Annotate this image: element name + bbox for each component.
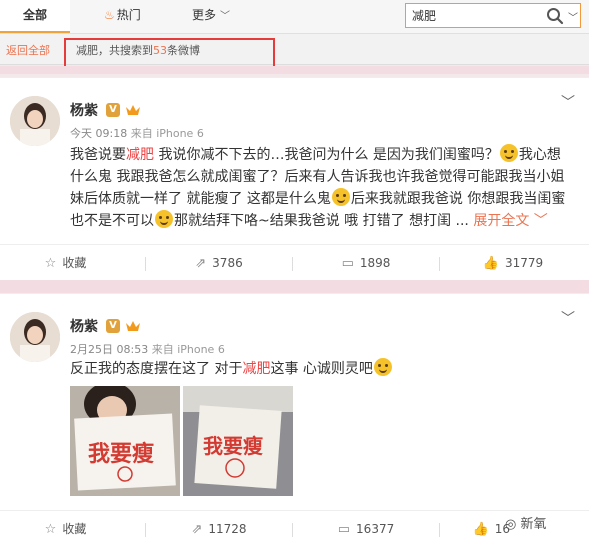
watermark-text: 新氧 [520,517,547,532]
back-to-all-link[interactable]: 返回全部 [6,42,50,58]
comment-button[interactable]: ▭ 16377 [293,511,439,547]
wechat-icon: ◎ [505,517,517,532]
post-source: 来自 iPhone 6 [130,127,204,140]
smile-emoji-icon [373,358,392,376]
feed-card: 杨紫 V 2月25日 08:53 来自 iPhone 6 ﹀ 反正我的态度摆在这… [0,293,589,553]
separator [0,280,589,293]
verified-icon: V [106,103,120,117]
thumbs-up-icon: 👍 [472,522,489,537]
separator [0,66,589,74]
post-text-part: 我爸说要 [70,147,126,163]
fire-icon: ♨ [104,8,115,22]
like-button[interactable]: 👍 31779 [440,245,586,281]
comment-icon: ▭ [337,522,351,537]
comment-count: 16377 [356,522,395,536]
post-meta: 2月25日 08:53 来自 iPhone 6 [70,341,225,357]
post-time[interactable]: 今天 09:18 [70,127,127,140]
post-image[interactable]: 我要瘦 [183,386,293,496]
feed-card: 杨紫 V 今天 09:18 来自 iPhone 6 ﹀ 我爸说要减肥 我说你减不… [0,77,589,281]
like-count: 31779 [505,256,544,270]
verified-icon: V [106,319,120,333]
tab-more-label: 更多 [192,8,217,22]
post-text-part: 那就结拜下咯~结果我爸说 哦 打错了 想打闺 ... [174,213,469,229]
repost-button[interactable]: ⇗ 3786 [146,245,292,281]
smile-emoji-icon [331,188,350,206]
post-text-part: 我说你减不下去的…我爸问为什么 是因为我们闺蜜吗？ [154,147,499,163]
chevron-down-icon: ﹀ [220,11,231,22]
favorite-label: 收藏 [62,256,87,270]
repost-icon: ⇗ [191,522,203,537]
comment-button[interactable]: ▭ 1898 [293,245,439,281]
tab-all[interactable]: 全部 [0,0,70,33]
favorite-button[interactable]: ☆ 收藏 [0,511,131,547]
avatar[interactable] [10,96,60,146]
expand-full-text-link[interactable]: 展开全文 ﹀ [473,213,547,229]
post-text-part: 这事 心诚则灵吧 [270,361,373,377]
search-box[interactable]: ﹀ [405,3,581,28]
expand-label: 展开全文 [473,213,530,229]
thumbs-up-icon: 👍 [482,256,499,271]
comment-count: 1898 [359,256,391,270]
star-icon: ☆ [44,256,57,271]
like-button[interactable]: 👍 16 [440,511,510,547]
action-bar: ☆ 收藏 ⇗ 3786 ▭ 1898 👍 31779 [0,244,589,281]
search-dropdown-icon[interactable]: ﹀ [568,9,578,24]
repost-count: 3786 [212,256,243,270]
smile-emoji-icon [155,210,173,228]
username[interactable]: 杨紫 [70,316,98,336]
post-time[interactable]: 2月25日 08:53 [70,343,148,356]
tab-hot[interactable]: ♨ 热门 [104,0,141,31]
smile-emoji-icon [499,144,518,162]
image-caption: 我要瘦 [88,441,155,467]
keyword-highlight[interactable]: 减肥 [126,147,154,163]
keyword-highlight[interactable]: 减肥 [242,361,270,377]
post-text-part: 反正我的态度摆在这了 对于 [70,361,243,377]
tab-hot-label: 热门 [116,8,141,22]
post-text: 我爸说要减肥 我说你减不下去的…我爸问为什么 是因为我们闺蜜吗？ 我心想什么鬼 我… [70,144,566,232]
star-icon: ☆ [44,522,57,537]
watermark: ◎ 新氧 [505,513,547,532]
card-menu-icon[interactable]: ﹀ [561,308,575,328]
tab-more[interactable]: 更多 ﹀ [192,0,230,31]
search-icon[interactable] [546,7,564,25]
search-input[interactable] [412,7,532,24]
username[interactable]: 杨紫 [70,100,98,120]
comment-icon: ▭ [341,256,354,271]
member-icon [126,105,140,115]
favorite-label: 收藏 [62,522,87,536]
repost-count: 11728 [208,522,247,536]
avatar[interactable] [10,312,60,362]
post-meta: 今天 09:18 来自 iPhone 6 [70,125,204,141]
post-text: 反正我的态度摆在这了 对于减肥这事 心诚则灵吧 [70,358,566,380]
member-icon [126,321,140,331]
action-bar: ☆ 收藏 ⇗ 11728 ▭ 16377 👍 16 [0,510,589,547]
repost-icon: ⇗ [195,256,207,271]
repost-button[interactable]: ⇗ 11728 [146,511,292,547]
favorite-button[interactable]: ☆ 收藏 [0,245,131,281]
post-source: 来自 iPhone 6 [151,343,225,356]
card-menu-icon[interactable]: ﹀ [561,92,575,112]
image-caption: 我要瘦 [203,434,263,458]
top-nav-bar: 全部 ♨热门 更多﹀ ﹀ [0,0,589,34]
post-image[interactable]: 我要瘦 [70,386,180,496]
